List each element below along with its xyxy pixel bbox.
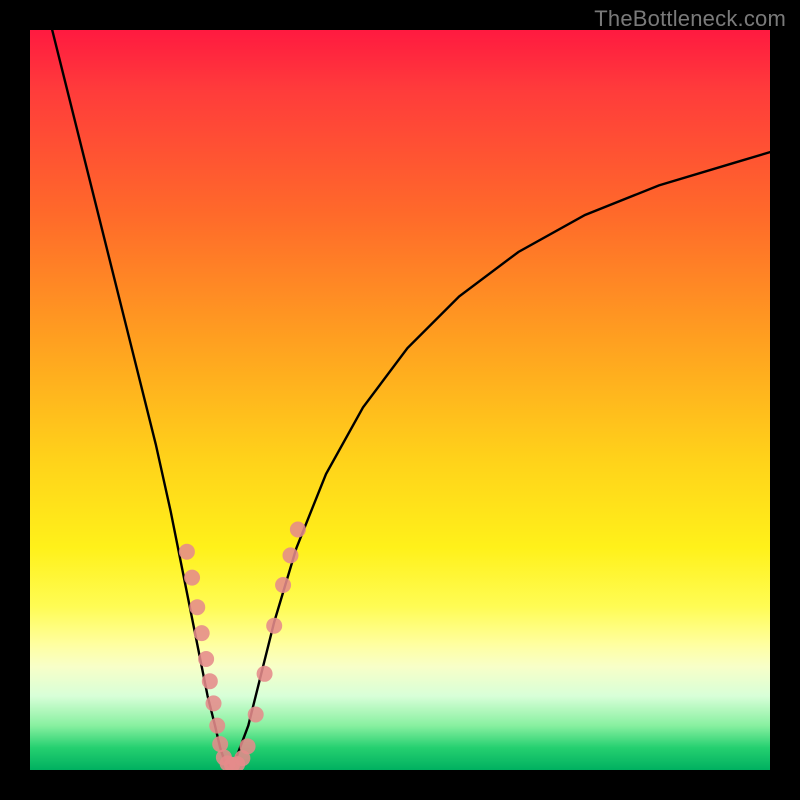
marker-dot: [206, 695, 222, 711]
watermark-text: TheBottleneck.com: [594, 6, 786, 32]
marker-dot: [202, 673, 218, 689]
marker-dot: [209, 718, 225, 734]
marker-dot: [290, 522, 306, 538]
plot-area: [30, 30, 770, 770]
curve-right-branch: [230, 152, 770, 766]
chart-frame: TheBottleneck.com: [0, 0, 800, 800]
marker-dot: [184, 570, 200, 586]
marker-dot: [282, 547, 298, 563]
marker-dot: [248, 707, 264, 723]
marker-dot: [275, 577, 291, 593]
marker-dot: [194, 625, 210, 641]
marker-dot: [266, 618, 282, 634]
marker-dot: [240, 738, 256, 754]
marker-dot: [198, 651, 214, 667]
marker-dot: [257, 666, 273, 682]
curve-layer: [30, 30, 770, 770]
marker-dot: [189, 599, 205, 615]
marker-dot: [179, 544, 195, 560]
